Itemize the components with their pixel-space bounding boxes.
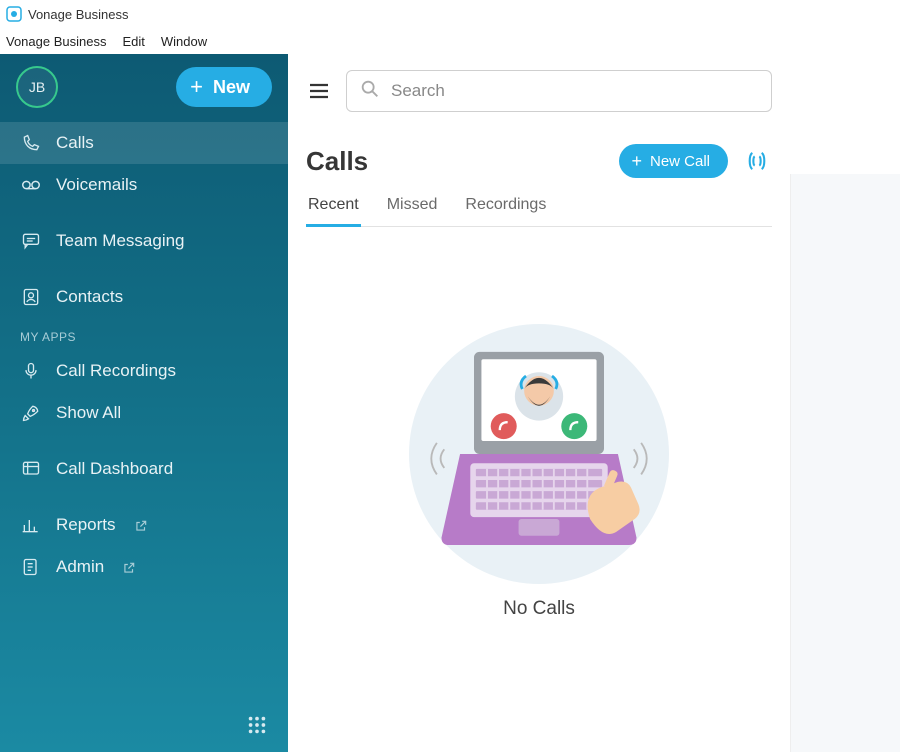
- sidebar-item-reports[interactable]: Reports: [0, 504, 288, 546]
- sidebar-item-show-all[interactable]: Show All: [0, 392, 288, 434]
- sidebar-item-voicemails[interactable]: Voicemails: [0, 164, 288, 206]
- avatar-initials: JB: [29, 79, 45, 95]
- empty-state-label: No Calls: [503, 598, 575, 620]
- hamburger-menu-icon[interactable]: [306, 78, 332, 104]
- menubar: Vonage Business Edit Window: [0, 28, 900, 54]
- menubar-item-window[interactable]: Window: [161, 34, 207, 49]
- tab-recent[interactable]: Recent: [306, 190, 361, 226]
- sidebar-item-calls[interactable]: Calls: [0, 122, 288, 164]
- sidebar-item-call-recordings[interactable]: Call Recordings: [0, 350, 288, 392]
- new-button[interactable]: + New: [176, 67, 272, 107]
- new-call-button[interactable]: + New Call: [619, 144, 728, 178]
- app-icon: [6, 6, 22, 22]
- tab-missed[interactable]: Missed: [385, 190, 440, 226]
- sidebar-item-label: Calls: [56, 133, 94, 153]
- empty-state-illustration: [409, 324, 669, 584]
- sidebar-item-contacts[interactable]: Contacts: [0, 276, 288, 318]
- new-call-button-label: New Call: [650, 153, 710, 170]
- window-titlebar: Vonage Business: [0, 0, 900, 28]
- new-button-label: New: [213, 77, 250, 98]
- tab-label: Recordings: [465, 196, 546, 213]
- empty-state: No Calls: [306, 207, 772, 736]
- avatar[interactable]: JB: [16, 66, 58, 108]
- sidebar-item-call-dashboard[interactable]: Call Dashboard: [0, 448, 288, 490]
- voicemail-icon: [20, 174, 42, 196]
- chat-icon: [20, 230, 42, 252]
- search-box[interactable]: [346, 70, 772, 112]
- contacts-icon: [20, 286, 42, 308]
- sidebar-item-label: Admin: [56, 557, 104, 577]
- sidebar-item-admin[interactable]: Admin: [0, 546, 288, 588]
- dashboard-icon: [20, 458, 42, 480]
- menubar-item-app[interactable]: Vonage Business: [6, 34, 106, 49]
- phone-icon: [20, 132, 42, 154]
- microphone-icon: [20, 360, 42, 382]
- admin-icon: [20, 556, 42, 578]
- plus-icon: +: [190, 76, 203, 98]
- sidebar-item-team-messaging[interactable]: Team Messaging: [0, 220, 288, 262]
- sidebar-item-label: Reports: [56, 515, 116, 535]
- sidebar-item-label: Show All: [56, 403, 121, 423]
- menubar-item-edit[interactable]: Edit: [122, 34, 144, 49]
- sidebar-item-label: Call Dashboard: [56, 459, 173, 479]
- reports-icon: [20, 514, 42, 536]
- search-icon: [359, 78, 381, 105]
- dial-pad-button[interactable]: [242, 710, 272, 740]
- window-title: Vonage Business: [28, 7, 128, 22]
- page-title: Calls: [306, 146, 368, 177]
- section-label-my-apps: MY APPS: [0, 318, 288, 350]
- tab-recordings[interactable]: Recordings: [463, 190, 548, 226]
- sidebar-item-label: Call Recordings: [56, 361, 176, 381]
- rocket-icon: [20, 402, 42, 424]
- plus-icon: +: [631, 151, 642, 172]
- tab-label: Recent: [308, 196, 359, 213]
- tab-label: Missed: [387, 196, 438, 213]
- right-panel: [790, 174, 900, 752]
- sidebar-item-label: Voicemails: [56, 175, 137, 195]
- external-link-icon: [134, 518, 148, 532]
- search-input[interactable]: [391, 81, 759, 101]
- sidebar-item-label: Team Messaging: [56, 231, 185, 251]
- sidebar-item-label: Contacts: [56, 287, 123, 307]
- external-link-icon: [122, 560, 136, 574]
- sidebar: JB + New Calls Voicemails Team Messag: [0, 54, 288, 752]
- call-transfer-icon[interactable]: [742, 146, 772, 176]
